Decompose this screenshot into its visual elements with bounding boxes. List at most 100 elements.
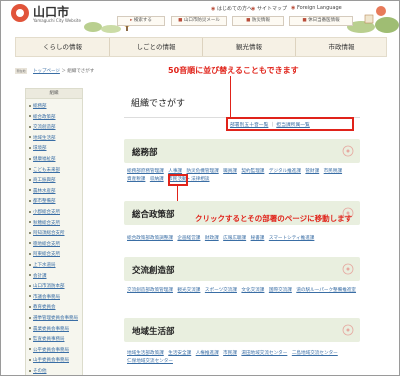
disaster-info-button[interactable]: ■ 防災情報 — [232, 16, 284, 26]
sidebar-item-label: 農林水産部 — [33, 188, 56, 194]
sidebar-item-tokuji-branch[interactable]: 徳地総合支所 — [26, 241, 84, 249]
util-link-label: Foreign Language — [296, 5, 342, 11]
dept-link[interactable]: 契約監理課 — [241, 169, 264, 174]
nav-item-work[interactable]: しごとの情報 — [109, 38, 202, 56]
util-link-first-time[interactable]: ◉ はじめての方へ — [211, 5, 252, 12]
page-title: 組織でさがす — [131, 99, 186, 109]
util-link-foreign-language[interactable]: ◉ Foreign Language — [291, 5, 342, 11]
holiday-doctor-label: 休日当番医情報 — [308, 18, 340, 23]
sidebar-item-other[interactable]: その他 — [26, 368, 84, 375]
sidebar-item-education[interactable]: 教育委員会 — [26, 304, 84, 312]
sidebar-item-kodomo-mirai[interactable]: こども未来部 — [26, 167, 84, 175]
sidebar-item-label: こども未来部 — [33, 167, 60, 173]
dept-link[interactable]: 総合政策部政策調整課 — [127, 236, 173, 241]
sidebar-item-soumu[interactable]: 総務部 — [26, 103, 84, 111]
sidebar-item-water[interactable]: 上下水道局 — [26, 262, 84, 270]
sidebar-item-label: 健康福祉部 — [33, 157, 56, 162]
dept-link[interactable]: 交流創造部政策管理課 — [127, 288, 173, 293]
nav-item-tourism[interactable]: 観光情報 — [202, 38, 295, 56]
bullet-icon — [29, 358, 31, 361]
breadcrumb: トップページ ＞ 組織でさがす — [33, 68, 94, 74]
sidebar-item-fire[interactable]: 山口市消防本部 — [26, 283, 84, 291]
sidebar-item-ajisu-branch[interactable]: 阿知須総合支所 — [26, 230, 84, 238]
nav-item-living[interactable]: くらしの情報 — [16, 38, 109, 56]
sidebar-item-audit[interactable]: 監査委員事務局 — [26, 336, 84, 344]
dept-link[interactable]: 市民税課 — [324, 169, 342, 174]
dept-link[interactable]: 道の駅ルーパーク整備推進室 — [296, 288, 356, 293]
util-link-sitemap[interactable]: ◉ サイトマップ — [251, 5, 287, 12]
nav-item-city-admin[interactable]: 市政情報 — [295, 38, 387, 56]
sidebar-item-kankyo[interactable]: 環境部 — [26, 145, 84, 153]
dept-link[interactable]: 防災危機管理課 — [187, 169, 219, 174]
section-list-link[interactable]: 担当課所属一覧 — [276, 123, 310, 128]
breadcrumb-separator: ＞ — [61, 69, 66, 74]
dept-link[interactable]: 職員課 — [223, 169, 237, 174]
sidebar-item-election[interactable]: 選挙管理委員会事務局 — [26, 315, 84, 323]
disaster-mail-button[interactable]: ■ 山口市防災メール — [171, 16, 227, 26]
sidebar-item-sougou-seisaku[interactable]: 総合政策部 — [26, 114, 84, 122]
holiday-doctor-button[interactable]: ■ 休日当番医情報 — [289, 16, 353, 26]
sidebar-item-aio-branch[interactable]: 秋穂総合支所 — [26, 220, 84, 228]
dept-link[interactable]: 地域生活部政策課 — [127, 351, 164, 356]
dept-link[interactable]: 国際交流課 — [269, 288, 292, 293]
dept-link[interactable]: 企画経営課 — [177, 236, 200, 241]
dept-link[interactable]: 市民課 — [223, 351, 237, 356]
dept-link[interactable]: 人権推進課 — [196, 351, 219, 356]
sidebar-item-accounting[interactable]: 会計課 — [26, 273, 84, 281]
dept-name[interactable]: 地域生活部 — [132, 325, 175, 337]
dept-links-chiiki-seikatsu: 地域生活部政策課 生活安全課 人権推進課 市民課 湯田地域交流センター 二島地域… — [127, 350, 359, 365]
dept-link[interactable]: 資産税課 — [127, 177, 145, 182]
sidebar-item-label: 選挙管理委員会事務局 — [33, 316, 78, 321]
sidebar-item-agriculture-committee[interactable]: 農業委員会事務局 — [26, 326, 84, 334]
sidebar-item-kenko-fukushi[interactable]: 健康福祉部 — [26, 156, 84, 164]
sidebar-item-ato-branch[interactable]: 阿東総合支所 — [26, 251, 84, 259]
dept-links-kouryu-souzou: 交流創造部政策管理課 観光交流課 スポーツ交流課 文化交流課 国際交流課 道の駅… — [127, 287, 359, 295]
dept-name[interactable]: 交流創造部 — [132, 264, 175, 276]
bullet-icon — [29, 327, 31, 330]
dept-link[interactable]: 観光交流課 — [177, 288, 200, 293]
dept-links-sougou-seisaku: 総合政策部政策調整課 企画経営課 財政課 広報広聴課 秘書課 スマートシティ推進… — [127, 235, 359, 243]
sidebar-item-kouryu-souzou[interactable]: 交流創造部 — [26, 124, 84, 132]
dept-link[interactable]: 仁保地域交流センター — [127, 359, 173, 364]
sidebar-item-label: 徳地総合支所 — [33, 241, 60, 247]
dept-link[interactable]: スポーツ交流課 — [205, 288, 237, 293]
bullet-icon — [29, 274, 31, 277]
bullet-icon — [29, 337, 31, 340]
dept-name[interactable]: 総務部 — [132, 146, 158, 158]
sidebar-item-shoko-shinko[interactable]: 商工振興部 — [26, 177, 84, 185]
dept-link[interactable]: スマートシティ推進課 — [269, 236, 315, 241]
sidebar-item-yamate[interactable]: 山手委員会事務局 — [26, 357, 84, 365]
dept-link[interactable]: 総務部庶務管理課 — [127, 169, 164, 174]
dept-link[interactable]: 秘書課 — [251, 236, 265, 241]
sidebar-item-toshi-seibi[interactable]: 都市整備部 — [26, 198, 84, 206]
dept-link[interactable]: 二島地域交流センター — [292, 351, 338, 356]
search-button[interactable]: ▸ 検索する — [117, 16, 165, 26]
dept-name[interactable]: 総合政策部 — [132, 208, 175, 220]
sidebar-item-assembly[interactable]: 市議会事務局 — [26, 294, 84, 302]
sidebar-item-chiiki-seikatsu[interactable]: 地域生活部 — [26, 135, 84, 143]
dept-link[interactable]: 湯田地域交流センター — [241, 351, 287, 356]
dept-link[interactable]: 文化交流課 — [241, 288, 264, 293]
city-logo-icon[interactable] — [11, 4, 29, 22]
sidebar-item-norin-suisan[interactable]: 農林水産部 — [26, 188, 84, 196]
browser-frame: 山口市 Yamaguchi City Website ◉ はじめての方へ ◉ サ… — [0, 0, 400, 376]
dept-heading-kouryu-souzou: 交流創造部 — [124, 257, 360, 281]
breadcrumb-top-link[interactable]: トップページ — [33, 69, 60, 74]
sort-links: 部署別五十音一覧 ｜ 担当課所属一覧 — [230, 121, 310, 128]
dept-link[interactable]: 収納課 — [150, 177, 164, 182]
sidebar-item-fairness[interactable]: 公平委員会事務局 — [26, 347, 84, 355]
disaster-mail-label: 山口市防災メール — [183, 18, 220, 23]
dept-links-soumu: 総務部庶務管理課 人事課 防災危機管理課 職員課 契約監理課 デジタル推進課 管… — [127, 168, 359, 183]
sidebar-item-label: 監査委員事務局 — [33, 337, 65, 343]
dept-link[interactable]: 管財課 — [305, 169, 319, 174]
kana-list-link[interactable]: 部署別五十音一覧 — [230, 123, 268, 128]
dept-link[interactable]: 広報広聴課 — [223, 236, 246, 241]
dept-link[interactable]: デジタル推進課 — [269, 169, 301, 174]
sidebar-item-label: 阿東総合支所 — [33, 252, 60, 258]
sidebar-item-label: 総務部 — [33, 104, 47, 109]
sidebar-item-ogori-branch[interactable]: 小郡総合支所 — [26, 209, 84, 217]
dept-link[interactable]: 財政課 — [205, 236, 219, 241]
sidebar-item-label: 環境部 — [33, 146, 47, 152]
search-button-label: 検索する — [133, 18, 152, 23]
dept-link[interactable]: 生活安全課 — [168, 351, 191, 356]
